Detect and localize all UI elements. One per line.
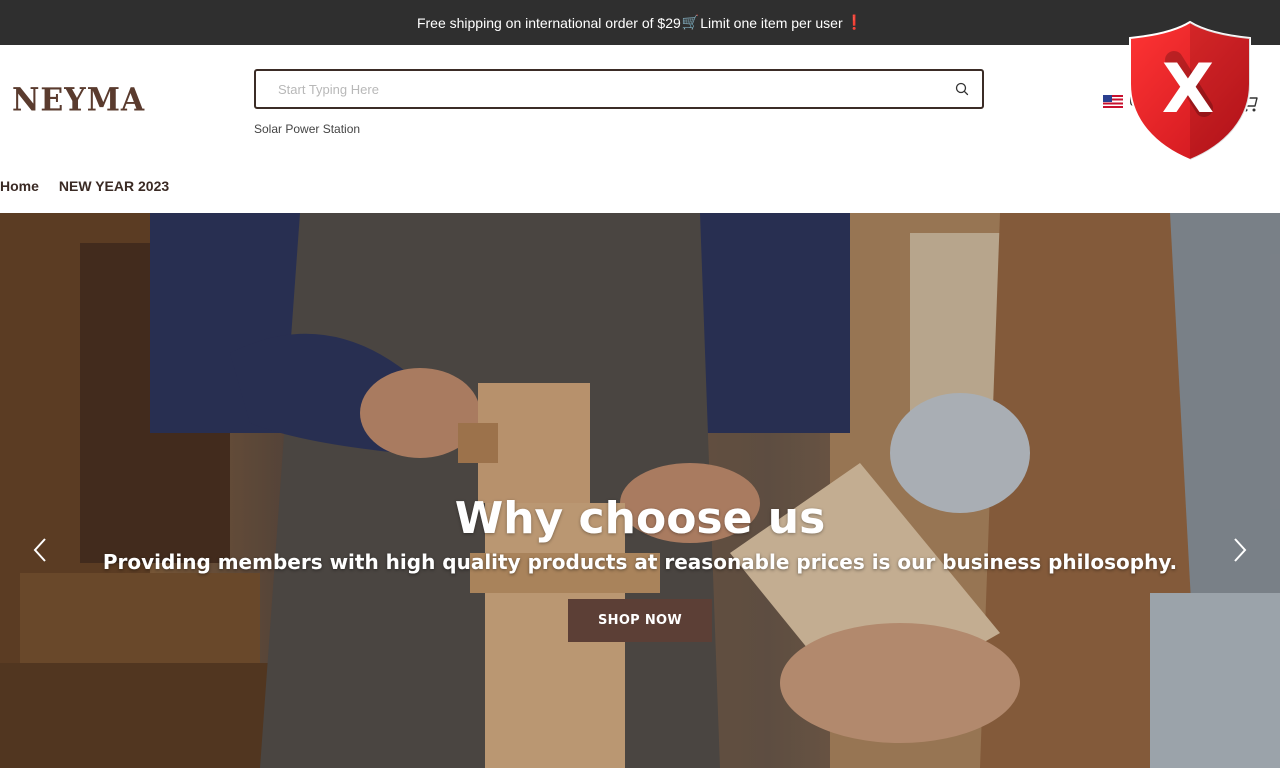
announcement-text: Free shipping on international order of … <box>416 14 681 31</box>
shop-now-button[interactable]: SHOP NOW <box>568 599 712 642</box>
search-button[interactable] <box>942 71 982 107</box>
nav-item-home[interactable]: Home <box>0 178 39 194</box>
carousel-next-button[interactable] <box>1225 533 1255 567</box>
store-logo[interactable]: NEYMA <box>12 82 145 119</box>
exclamation-icon: ❗ <box>845 14 864 30</box>
shopping-cart-emoji-icon: 🛒 <box>681 14 700 30</box>
search-bar <box>254 69 984 109</box>
chevron-right-icon <box>1234 538 1247 562</box>
chevron-left-icon <box>33 538 46 562</box>
site-header: NEYMA Solar Power Station U Home NEW YEA… <box>0 45 1280 213</box>
nav-item-new-year-2023[interactable]: NEW YEAR 2023 <box>59 178 169 194</box>
hero-subtitle: Providing members with high quality prod… <box>102 550 1178 574</box>
shield-x-glyph: X <box>1162 50 1214 129</box>
hot-search-term[interactable]: Solar Power Station <box>254 122 360 136</box>
main-nav: Home NEW YEAR 2023 <box>0 178 169 194</box>
announcement-bar: Free shipping on international order of … <box>0 0 1280 45</box>
carousel-prev-button[interactable] <box>25 533 55 567</box>
security-shield-icon: X <box>1126 20 1254 162</box>
announcement-limit-text: Limit one item per user <box>700 14 843 31</box>
hero-title: Why choose us <box>454 493 826 544</box>
hero-banner: Why choose us Providing members with hig… <box>0 213 1280 768</box>
search-icon <box>955 82 969 96</box>
search-input[interactable] <box>256 71 942 107</box>
us-flag-icon <box>1103 94 1123 108</box>
hero-overlay <box>0 213 1280 768</box>
